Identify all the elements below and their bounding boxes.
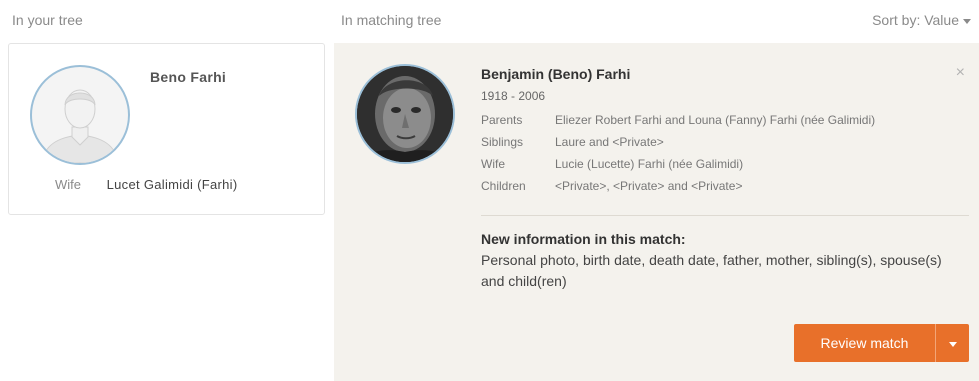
fact-label: Siblings: [481, 135, 524, 149]
fact-value: Lucie (Lucette) Farhi (née Galimidi): [555, 157, 744, 171]
sort-label: Sort by: Value: [872, 12, 959, 28]
sort-dropdown[interactable]: Sort by: Value: [872, 12, 971, 28]
review-options-button[interactable]: [935, 324, 969, 362]
fact-row-siblings: Siblings Laure and <Private>: [481, 131, 875, 153]
fact-value: Laure and <Private>: [555, 135, 664, 149]
relation-value: Lucet Galimidi (Farhi): [106, 177, 238, 192]
fact-value: <Private>, <Private> and <Private>: [555, 179, 743, 193]
new-info-text: Personal photo, birth date, death date, …: [481, 252, 942, 289]
divider: [481, 215, 969, 216]
fact-row-wife: Wife Lucie (Lucette) Farhi (née Galimidi…: [481, 153, 875, 175]
person-silhouette-icon: [41, 89, 119, 163]
person-photo: [355, 64, 455, 164]
relation-row: Wife Lucet Galimidi (Farhi): [55, 177, 237, 192]
match-person-name: Benjamin (Beno) Farhi: [481, 66, 631, 82]
review-match-button[interactable]: Review match: [794, 324, 935, 362]
facts-list: Parents Eliezer Robert Farhi and Louna (…: [481, 109, 875, 197]
chevron-down-icon: [963, 18, 971, 24]
portrait-photo-icon: [357, 66, 453, 162]
relation-label: Wife: [55, 177, 81, 192]
fact-row-parents: Parents Eliezer Robert Farhi and Louna (…: [481, 109, 875, 131]
your-tree-header: In your tree: [12, 12, 83, 28]
review-button-group: Review match: [794, 324, 969, 362]
chevron-down-icon: [948, 341, 957, 347]
fact-label: Children: [481, 179, 526, 193]
matching-tree-header: In matching tree: [341, 12, 442, 28]
fact-value: Eliezer Robert Farhi and Louna (Fanny) F…: [555, 113, 876, 127]
fact-label: Wife: [481, 157, 505, 171]
match-card: × Benjamin (Beno) Farhi 1918 - 2006 Pare…: [334, 43, 979, 381]
close-icon[interactable]: ×: [956, 65, 965, 81]
life-dates: 1918 - 2006: [481, 89, 546, 103]
avatar-placeholder: [30, 65, 130, 165]
new-info-title: New information in this match:: [481, 231, 686, 247]
person-name: Beno Farhi: [150, 69, 227, 85]
fact-row-children: Children <Private>, <Private> and <Priva…: [481, 175, 875, 197]
fact-label: Parents: [481, 113, 523, 127]
your-tree-card: Beno Farhi Wife Lucet Galimidi (Farhi): [8, 43, 325, 215]
